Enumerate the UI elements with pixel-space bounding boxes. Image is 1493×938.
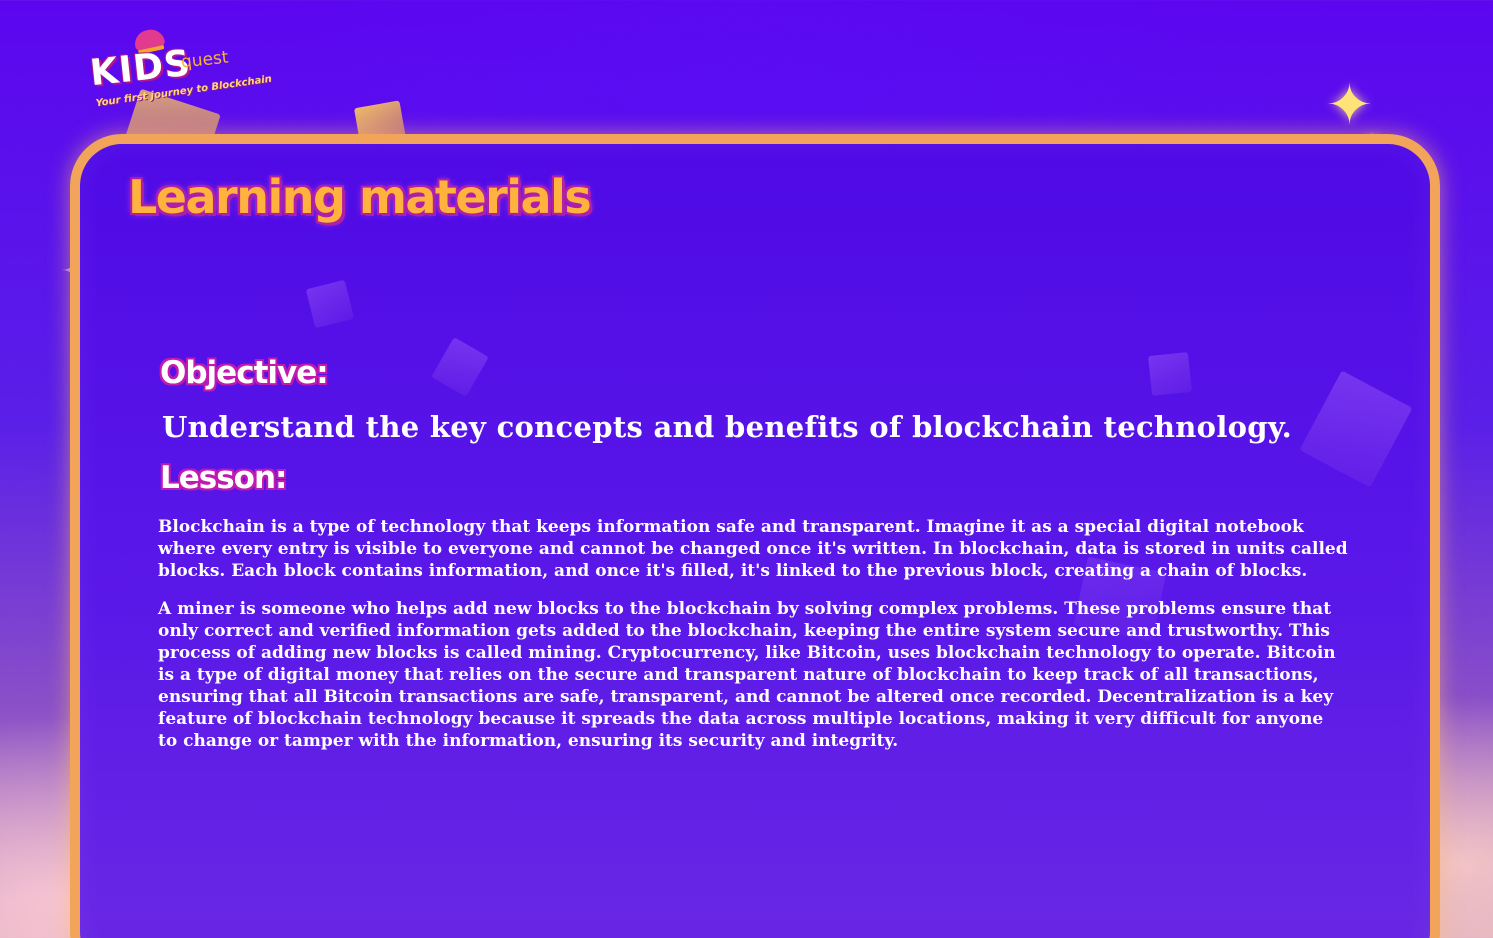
objective-heading: Objective: xyxy=(160,355,329,391)
sparkle-icon: ✦ xyxy=(1326,73,1373,138)
lesson-heading: Lesson: xyxy=(160,460,287,496)
page-title: Learning materials xyxy=(128,170,592,224)
block-shard-icon xyxy=(431,337,489,397)
lesson-paragraph: A miner is someone who helps add new blo… xyxy=(158,599,1336,751)
lesson-body: Blockchain is a type of technology that … xyxy=(158,516,1348,768)
block-shard-icon xyxy=(1148,352,1192,396)
objective-text: Understand the key concepts and benefits… xyxy=(162,410,1293,444)
block-shard-icon xyxy=(305,279,355,329)
lesson-paragraph: Blockchain is a type of technology that … xyxy=(158,517,1348,581)
app-logo[interactable]: KIDS quest Your first journey to Blockch… xyxy=(88,27,300,110)
logo-brand-sub: quest xyxy=(180,47,230,73)
